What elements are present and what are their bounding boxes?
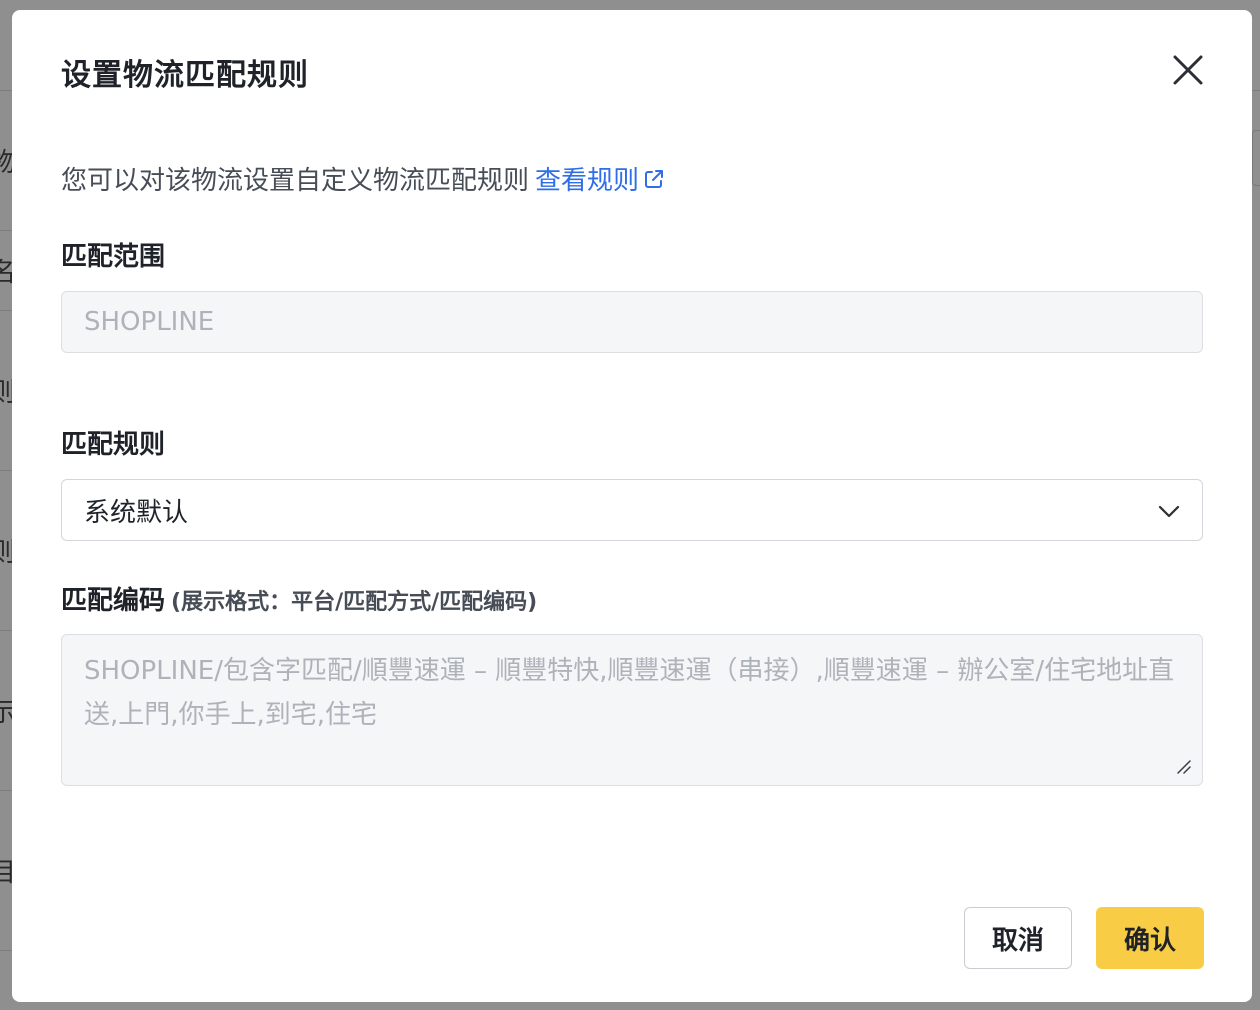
close-icon: [1173, 55, 1203, 85]
bg-control: [1252, 130, 1260, 186]
bg-text: 示: [0, 692, 12, 729]
code-value: SHOPLINE/包含字匹配/順豐速運 – 順豐特快,順豐速運（串接）,順豐速運…: [84, 656, 1175, 730]
rule-select[interactable]: 系统默认: [61, 479, 1203, 541]
view-rules-link[interactable]: 查看规则: [535, 160, 665, 197]
rule-selected-value: 系统默认: [84, 497, 189, 528]
dialog-description: 您可以对该物流设置自定义物流匹配规则 查看规则: [61, 160, 665, 197]
code-label: 匹配编码 (展示格式：平台/匹配方式/匹配编码): [61, 580, 537, 617]
code-textarea: SHOPLINE/包含字匹配/順豐速運 – 順豐特快,順豐速運（串接）,順豐速運…: [61, 634, 1203, 786]
bg-divider: [0, 790, 12, 791]
external-link-icon: [645, 169, 664, 188]
bg-text: 则: [0, 532, 12, 569]
cancel-button[interactable]: 取消: [964, 907, 1072, 969]
bg-text: 则: [0, 372, 12, 409]
bg-text: 目: [0, 852, 12, 889]
confirm-button[interactable]: 确认: [1096, 907, 1204, 969]
logistics-rule-dialog: 设置物流匹配规则 您可以对该物流设置自定义物流匹配规则 查看规则 匹配范围 SH…: [12, 10, 1252, 1002]
rule-label: 匹配规则: [61, 430, 166, 460]
dialog-title: 设置物流匹配规则: [61, 58, 309, 93]
scope-label: 匹配范围: [61, 242, 166, 272]
close-button[interactable]: [1168, 50, 1208, 90]
bg-divider: [0, 470, 12, 471]
bg-divider: [0, 630, 12, 631]
scope-input: SHOPLINE: [61, 291, 1203, 353]
bg-divider: [0, 230, 12, 231]
resize-handle-icon[interactable]: [1176, 759, 1192, 775]
code-format-hint: (展示格式：平台/匹配方式/匹配编码): [171, 590, 538, 615]
scope-value: SHOPLINE: [84, 307, 215, 337]
bg-divider: [0, 950, 12, 951]
bg-text: 物: [0, 142, 12, 179]
bg-divider: [0, 310, 12, 311]
description-text: 您可以对该物流设置自定义物流匹配规则: [61, 166, 530, 196]
code-label-text: 匹配编码: [61, 586, 166, 616]
chevron-down-icon: [1158, 505, 1180, 518]
bg-text: 名: [0, 252, 12, 289]
bg-divider: [0, 90, 12, 91]
view-rules-label: 查看规则: [535, 166, 640, 196]
